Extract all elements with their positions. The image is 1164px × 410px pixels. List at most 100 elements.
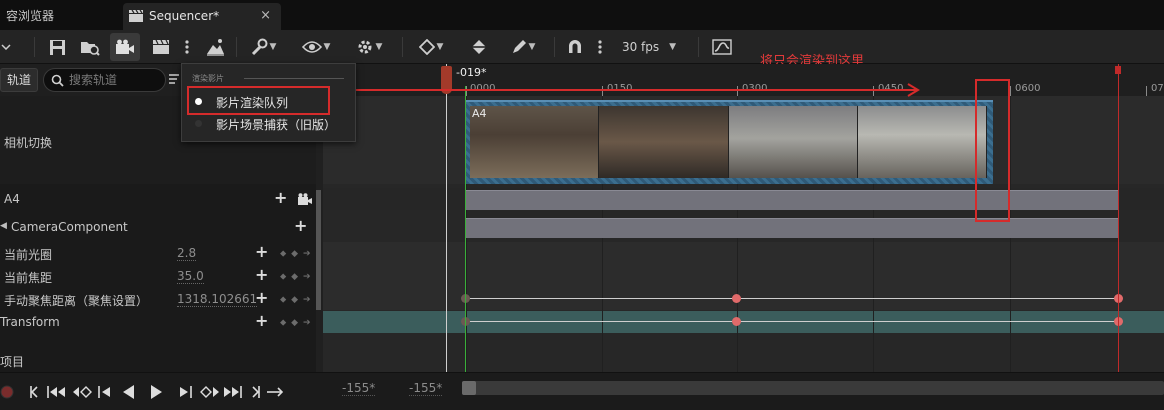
play-button[interactable] xyxy=(150,373,168,410)
tools-dropdown[interactable]: ▼ xyxy=(244,30,282,64)
thumbnail xyxy=(728,106,858,178)
menu-divider xyxy=(244,78,344,79)
keyframe-marker[interactable] xyxy=(732,294,741,303)
playhead-line[interactable] xyxy=(446,64,447,372)
thumbnail-strip xyxy=(470,106,987,178)
track-property-focus-distance[interactable]: 手动聚焦距离（聚焦设置） 1318.102661 + ⬥ ◆ ➔ xyxy=(0,288,316,310)
actor-to-sequencer-icon[interactable] xyxy=(203,30,227,64)
thumbnail xyxy=(857,106,987,178)
transform-curve xyxy=(466,321,1118,322)
property-value[interactable]: 35.0 xyxy=(177,269,204,284)
view-start-field[interactable]: -155* xyxy=(342,381,376,396)
key-navigation-icon[interactable]: ⬥ ◆ ➔ xyxy=(280,318,311,328)
magnet-icon[interactable] xyxy=(564,30,586,64)
search-icon xyxy=(51,74,64,87)
items-label: 项目 xyxy=(0,355,25,369)
tab-sequencer-label: Sequencer* xyxy=(149,9,220,23)
items-footer: 项目 xyxy=(0,349,316,371)
render-movie-button[interactable] xyxy=(110,33,140,61)
step-frame-forward-button[interactable] xyxy=(177,373,195,410)
timeline-scrollbar-thumb[interactable] xyxy=(462,381,476,395)
tick-label: 0150 xyxy=(607,83,633,94)
add-track-icon[interactable]: + xyxy=(274,188,287,207)
step-back-button[interactable] xyxy=(46,373,66,410)
record-button[interactable] xyxy=(0,373,16,410)
menu-item-movie-scene-capture[interactable]: 影片场景捕获（旧版） xyxy=(182,113,357,135)
outliner-scrollbar-thumb[interactable] xyxy=(316,190,321,310)
component-section-bar[interactable] xyxy=(466,218,1118,238)
key-navigation-icon[interactable]: ⬥ ◆ ➔ xyxy=(280,295,311,305)
chevron-down-icon: ▼ xyxy=(269,42,277,52)
loop-button[interactable] xyxy=(266,373,284,410)
key-navigation-icon[interactable]: ⬥ ◆ ➔ xyxy=(280,272,311,282)
end-marker-flag[interactable] xyxy=(1115,66,1121,74)
record-icon xyxy=(0,385,14,399)
track-camera-component[interactable]: ◀ CameraComponent + xyxy=(0,216,316,238)
track-transform[interactable]: Transform + ⬥ ◆ ➔ xyxy=(0,311,316,333)
playback-options-dropdown[interactable]: ▼ xyxy=(350,30,388,64)
step-frame-back-button[interactable] xyxy=(97,373,115,410)
view-end-field[interactable]: -155* xyxy=(409,381,443,396)
add-key-icon[interactable]: + xyxy=(255,311,268,330)
next-key-icon xyxy=(200,386,219,398)
playhead-handle[interactable] xyxy=(441,66,452,94)
add-key-icon[interactable]: + xyxy=(255,242,268,261)
jump-to-end-button[interactable] xyxy=(252,373,262,410)
clapperboard-icon[interactable] xyxy=(150,30,172,64)
camera-cut-section[interactable]: A4 xyxy=(466,100,993,184)
jump-to-start-button[interactable] xyxy=(30,373,44,410)
track-property-aperture[interactable]: 当前光圈 2.8 + ⬥ ◆ ➔ xyxy=(0,242,316,264)
playback-start-marker[interactable] xyxy=(465,86,466,372)
close-icon[interactable]: × xyxy=(260,3,271,29)
keyframe-icon xyxy=(418,39,435,55)
key-options-icon[interactable] xyxy=(464,30,494,64)
view-options-dropdown[interactable]: ▼ xyxy=(296,30,336,64)
camera-icon[interactable] xyxy=(297,193,313,206)
track-actor-a4[interactable]: A4 + xyxy=(0,188,316,210)
save-icon[interactable] xyxy=(46,30,68,64)
render-movie-icon xyxy=(116,39,134,54)
wrench-icon xyxy=(251,38,268,56)
tick-label: 0600 xyxy=(1015,83,1041,94)
tick-mark xyxy=(1010,86,1011,96)
tab-content-browser[interactable]: 容浏览器 xyxy=(0,3,118,30)
add-track-icon[interactable]: + xyxy=(294,216,307,235)
play-reverse-button[interactable] xyxy=(121,373,139,410)
thumbnail xyxy=(599,106,729,178)
tick-mark xyxy=(873,86,874,96)
track-property-focal-length[interactable]: 当前焦距 35.0 + ⬥ ◆ ➔ xyxy=(0,265,316,287)
key-navigation-icon[interactable]: ⬥ ◆ ➔ xyxy=(280,249,311,259)
property-value[interactable]: 1318.102661 xyxy=(177,292,258,307)
more-icon[interactable] xyxy=(182,30,192,64)
next-key-button[interactable] xyxy=(199,373,221,410)
tab-sequencer[interactable]: Sequencer* × xyxy=(123,3,281,30)
prev-key-button[interactable] xyxy=(71,373,93,410)
tick-label: 0000 xyxy=(470,83,496,94)
fps-dropdown[interactable]: 30 fps ▼ xyxy=(616,30,682,64)
keyframe-dropdown[interactable]: ▼ xyxy=(412,30,450,64)
step-forward-button[interactable] xyxy=(223,373,243,410)
more-icon[interactable] xyxy=(595,30,605,64)
browse-icon[interactable] xyxy=(78,30,102,64)
curve-editor-icon[interactable] xyxy=(710,30,734,64)
property-value[interactable]: 2.8 xyxy=(177,246,197,261)
fps-label: 30 fps xyxy=(621,40,660,54)
actor-section-bar[interactable] xyxy=(466,190,1118,210)
timeline-scrollbar-track[interactable] xyxy=(462,381,1164,395)
chevron-down-icon[interactable] xyxy=(0,30,12,64)
toolbar-divider xyxy=(236,37,237,57)
track-label: 当前光圈 xyxy=(4,248,53,262)
search-input[interactable] xyxy=(69,72,161,88)
collapse-arrow-icon[interactable]: ◀ xyxy=(0,221,7,231)
add-track-button[interactable]: 轨道 xyxy=(0,68,38,92)
timeline-area[interactable]: 0000 0150 0300 0450 0600 07 A4 -019* xyxy=(323,64,1164,372)
playback-end-marker[interactable] xyxy=(1118,64,1119,372)
keyframe-marker[interactable] xyxy=(732,317,741,326)
filter-icon[interactable] xyxy=(169,74,179,84)
add-key-icon[interactable]: + xyxy=(255,265,268,284)
playhead-label: -019* xyxy=(456,66,487,79)
tab-bar: 容浏览器 Sequencer* × xyxy=(0,0,1164,30)
add-key-icon[interactable]: + xyxy=(255,288,268,307)
edit-mode-dropdown[interactable]: ▼ xyxy=(504,30,542,64)
lane-transform xyxy=(323,311,1164,333)
